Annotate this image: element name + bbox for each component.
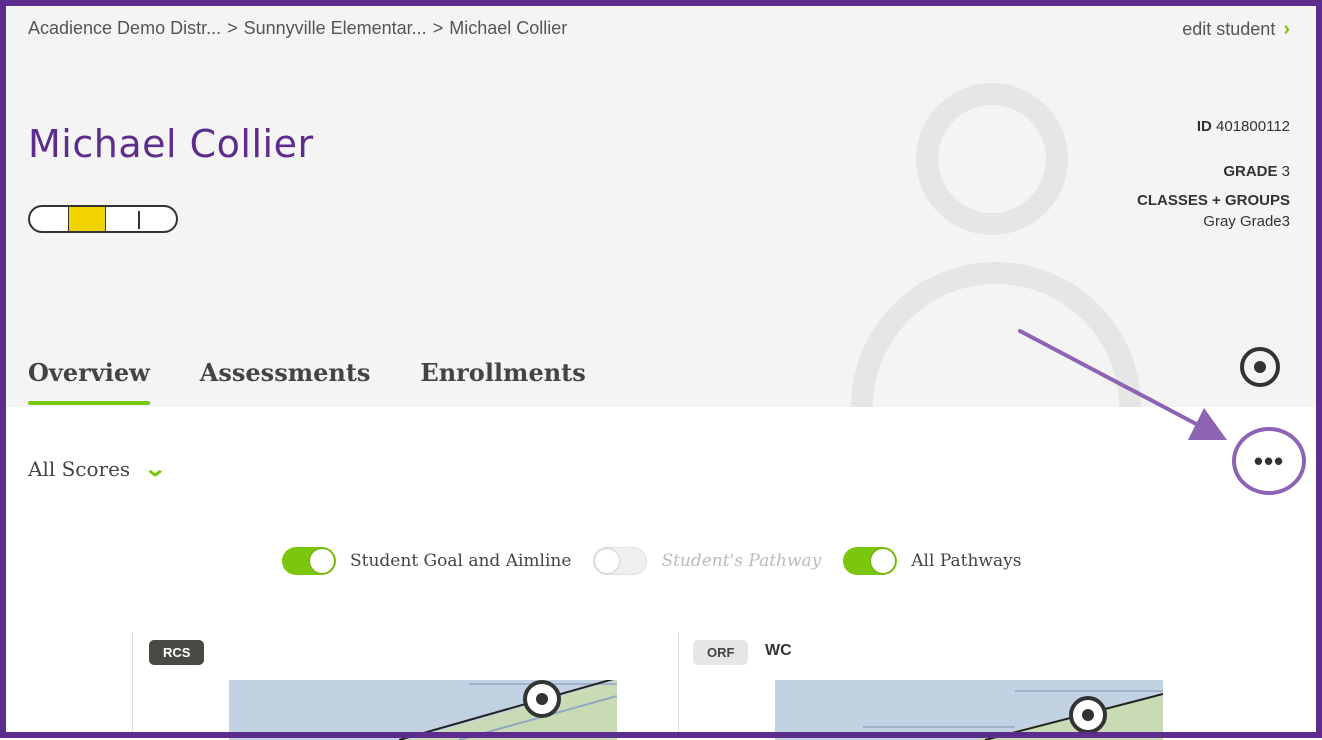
- level-yellow-segment: [68, 207, 106, 231]
- breadcrumb-school[interactable]: Sunnyville Elementar...: [244, 18, 427, 39]
- breadcrumb-student: Michael Collier: [449, 18, 568, 38]
- student-classes-label: CLASSES + GROUPS: [1137, 192, 1290, 209]
- measure-badge: ORF: [693, 640, 749, 665]
- target-icon[interactable]: [1240, 347, 1280, 387]
- student-id-value: 401800112: [1216, 118, 1290, 135]
- chevron-down-icon: ⌄: [143, 456, 168, 482]
- toggle-goal-aimline[interactable]: Student Goal and Aimline: [282, 547, 571, 575]
- goal-aimline-label: Student Goal and Aimline: [350, 551, 572, 571]
- all-scores-label: All Scores: [28, 457, 131, 481]
- breadcrumb-separator: >: [432, 18, 444, 38]
- tab-enrollments[interactable]: Enrollments: [420, 358, 585, 397]
- chart-lines: [863, 690, 1163, 740]
- student-grade-label: GRADE: [1223, 163, 1278, 180]
- all-pathways-label: All Pathways: [911, 551, 1022, 571]
- breadcrumb: Acadience Demo Distr... > Sunnyville Ele…: [28, 18, 567, 39]
- student-grade-value: 3: [1281, 163, 1290, 180]
- all-pathways-switch[interactable]: [843, 547, 898, 575]
- student-name: Michael Collier: [28, 122, 314, 166]
- score-card-orf-wc[interactable]: ORF WC: [678, 632, 1198, 740]
- breadcrumb-district[interactable]: Acadience Demo Distr...: [28, 18, 221, 39]
- student-pathway-label: Student's Pathway: [661, 551, 822, 571]
- all-scores-dropdown[interactable]: All Scores ⌄: [28, 456, 168, 482]
- benchmark-level-indicator: [28, 205, 178, 233]
- score-card-rcs[interactable]: RCS: [132, 632, 652, 740]
- tab-bar: Overview Assessments Enrollments: [28, 358, 586, 405]
- score-chart[interactable]: [229, 680, 617, 740]
- tab-assessments[interactable]: Assessments: [200, 358, 371, 397]
- more-options-button[interactable]: •••: [1232, 427, 1306, 495]
- breadcrumb-separator: >: [227, 18, 238, 38]
- goal-aimline-switch[interactable]: [282, 547, 336, 575]
- measure-badge: RCS: [149, 640, 205, 665]
- decorative-avatar-body: [851, 262, 1141, 407]
- measure-subtitle: WC: [765, 642, 792, 659]
- student-header: Acadience Demo Distr... > Sunnyville Ele…: [6, 6, 1316, 407]
- student-grade: GRADE 3: [1223, 163, 1290, 180]
- edit-student-label: edit student: [1182, 19, 1276, 39]
- student-pathway-switch[interactable]: [593, 547, 648, 575]
- student-id: ID 401800112: [1197, 118, 1290, 135]
- chevron-right-icon: ›: [1283, 18, 1290, 40]
- level-divider: [138, 211, 140, 229]
- chart-toggles: Student Goal and Aimline Student's Pathw…: [282, 547, 1021, 575]
- tab-overview[interactable]: Overview: [28, 358, 150, 405]
- chart-lines: [398, 680, 617, 740]
- edit-student-link[interactable]: edit student ›: [1182, 18, 1290, 41]
- toggle-student-pathway[interactable]: Student's Pathway: [593, 547, 821, 575]
- student-id-label: ID: [1196, 118, 1212, 135]
- classes-groups-label: CLASSES + GROUPS: [1137, 192, 1290, 209]
- decorative-avatar-head: [916, 83, 1068, 235]
- score-chart[interactable]: [775, 680, 1163, 740]
- student-classes-value[interactable]: Gray Grade3: [1203, 213, 1290, 230]
- toggle-all-pathways[interactable]: All Pathways: [843, 547, 1021, 575]
